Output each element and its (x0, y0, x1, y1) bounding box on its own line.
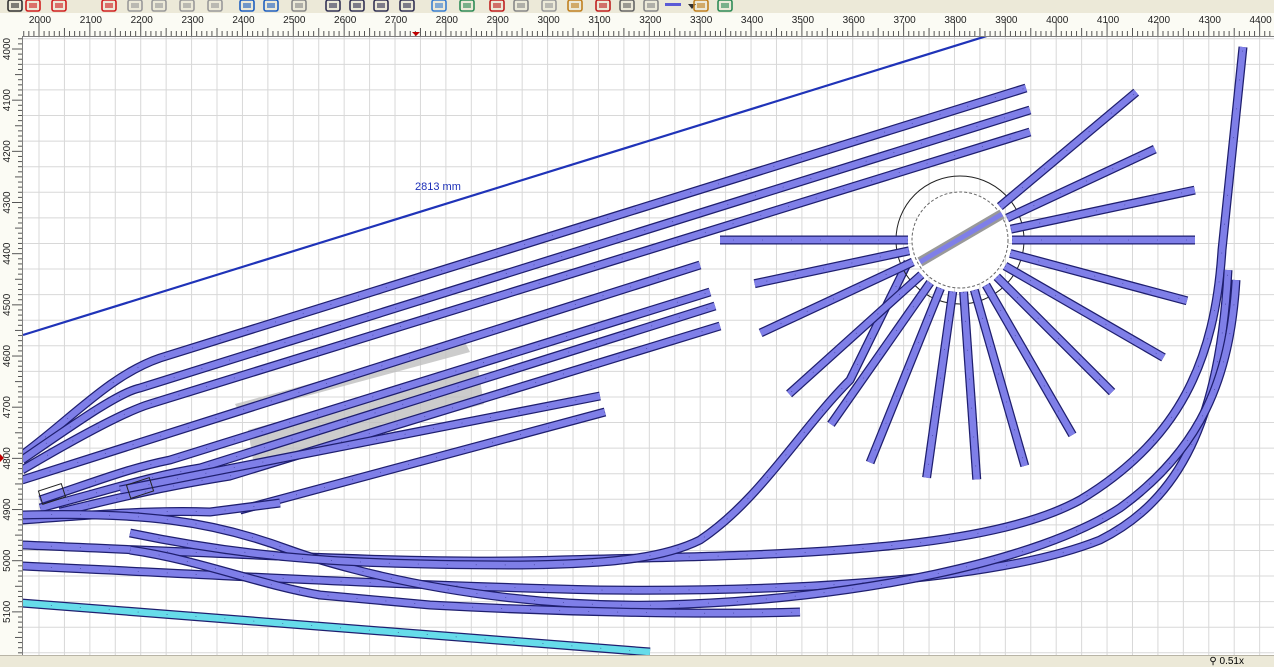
ruler-label-y: 4900 (2, 498, 13, 521)
stop-icon[interactable] (594, 0, 612, 13)
ruler-label-x: 2000 (29, 15, 52, 26)
measure-icon[interactable] (290, 0, 308, 13)
ruler-label-y: 4000 (2, 37, 13, 60)
undo-icon[interactable] (24, 0, 42, 13)
ruler-label-x: 3800 (944, 15, 967, 26)
ruler-label-x: 2100 (80, 15, 103, 26)
ruler-label-x: 3000 (537, 15, 560, 26)
ruler-label-x: 3200 (639, 15, 662, 26)
zoom-in-icon[interactable] (324, 0, 342, 13)
ruler-label-x: 3500 (792, 15, 815, 26)
cursor-marker-icon (412, 32, 420, 36)
table-icon[interactable] (398, 0, 416, 13)
zoom-window-icon[interactable] (372, 0, 390, 13)
line-style-icon[interactable] (664, 0, 682, 13)
track-segment[interactable] (1009, 249, 1189, 306)
track-icon[interactable] (512, 0, 530, 13)
zoom-out-icon[interactable] (348, 0, 366, 13)
ruler-label-x: 2800 (436, 15, 459, 26)
tools-icon[interactable] (692, 0, 710, 13)
block-icon[interactable] (618, 0, 636, 13)
cut-icon[interactable] (126, 0, 144, 13)
ruler-label-y: 4600 (2, 344, 13, 367)
ruler-label-x: 3300 (690, 15, 713, 26)
layers-icon[interactable] (458, 0, 476, 13)
ruler-label-x: 4400 (1250, 15, 1273, 26)
dimension-label: 2813 mm (415, 181, 461, 193)
copy-icon[interactable] (150, 0, 168, 13)
track-plan[interactable]: 2813 mm (23, 37, 1274, 655)
signal-icon[interactable] (488, 0, 506, 13)
ruler-label-x: 3400 (741, 15, 764, 26)
track-segment[interactable] (23, 127, 1032, 474)
vertical-ruler-scale: 4000410042004300440045004600470048004900… (0, 37, 22, 654)
view-3d-icon[interactable] (716, 0, 734, 13)
redo-all-icon[interactable] (100, 0, 118, 13)
select-icon[interactable] (262, 0, 280, 13)
paste-icon[interactable] (178, 0, 196, 13)
ruler-label-x: 2900 (487, 15, 510, 26)
ruler-label-x: 2200 (131, 15, 154, 26)
track-segment[interactable] (1009, 185, 1196, 234)
zoom-fit-icon[interactable] (6, 0, 24, 13)
zoom-indicator: ⚲ 0.51x (1209, 656, 1244, 667)
ruler-label-x: 4000 (1046, 15, 1069, 26)
grid-icon[interactable] (642, 0, 660, 13)
redo-icon[interactable] (50, 0, 68, 13)
horizontal-ruler[interactable]: 2000 2100 2200 2300 2400 2500 2600 2700 2800 2900… (0, 13, 1274, 37)
ruler-label-y: 5100 (2, 600, 13, 623)
ruler-label-x: 2700 (385, 15, 408, 26)
ruler-label-x: 3100 (588, 15, 611, 26)
layout-canvas[interactable]: 2813 mm (23, 37, 1274, 655)
zoom-icon: ⚲ (1209, 656, 1217, 667)
ruler-label-x: 4200 (1148, 15, 1171, 26)
ruler-label-y: 4300 (2, 191, 13, 214)
bridge-icon[interactable] (566, 0, 584, 13)
ruler-label-x: 2400 (232, 15, 255, 26)
ruler-label-x: 3700 (893, 15, 916, 26)
ruler-label-x: 4100 (1097, 15, 1120, 26)
delete-icon[interactable] (206, 0, 224, 13)
ruler-label-y: 5000 (2, 549, 13, 572)
image-icon[interactable] (430, 0, 448, 13)
zoom-level: 0.51x (1219, 656, 1244, 667)
ruler-label-y: 4500 (2, 293, 13, 316)
ruler-label-y: 4200 (2, 140, 13, 163)
ruler-label-x: 2300 (181, 15, 204, 26)
ruler-label-y: 4400 (2, 242, 13, 265)
ruler-label-x: 3600 (843, 15, 866, 26)
ruler-label-x: 4300 (1199, 15, 1222, 26)
rotate-icon[interactable] (238, 0, 256, 13)
ruler-label-y: 4700 (2, 396, 13, 419)
switch-icon[interactable] (540, 0, 558, 13)
horizontal-ruler-scale: 2000 2100 2200 2300 2400 2500 2600 2700 2800 2900… (23, 15, 1273, 36)
ruler-label-x: 2600 (334, 15, 357, 26)
vertical-ruler[interactable]: 4000 4100 4200 4300 4400 4500 4600 4700 4800 4900… (0, 36, 23, 655)
status-bar: ⚲ 0.51x (0, 655, 1274, 667)
toolbar (0, 0, 1274, 14)
ruler-label-x: 2500 (283, 15, 306, 26)
ruler-label-x: 3900 (995, 15, 1018, 26)
ruler-label-y: 4100 (2, 89, 13, 112)
